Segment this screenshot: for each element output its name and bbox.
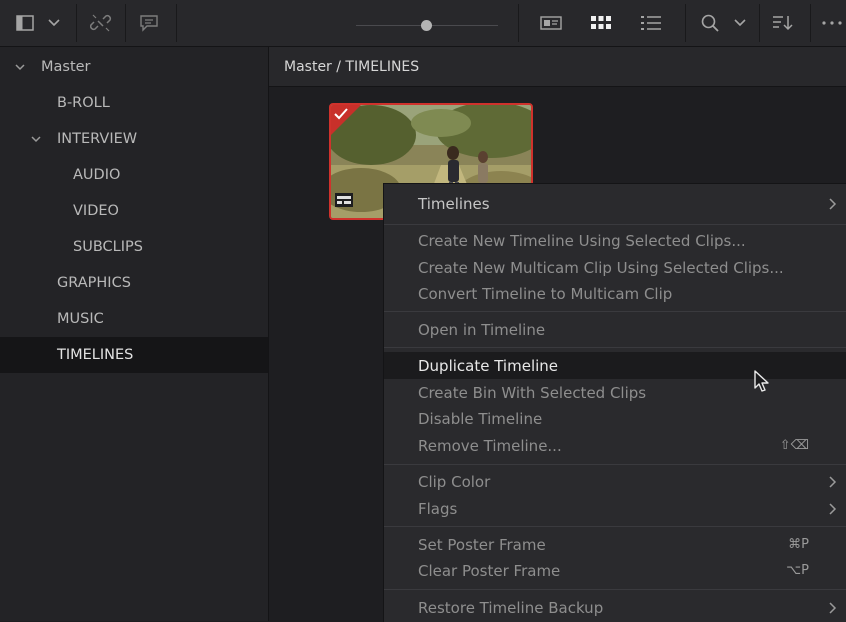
menu-divider	[384, 589, 846, 590]
menu-divider	[384, 347, 846, 348]
toolbar-divider	[518, 4, 519, 42]
chevron-down-icon[interactable]	[30, 133, 42, 145]
bin-label: Master	[41, 59, 91, 75]
menu-item-label: Create New Multicam Clip Using Selected …	[418, 258, 784, 277]
menu-item-label: Create Bin With Selected Clips	[418, 383, 647, 402]
bin-label: VIDEO	[73, 203, 119, 219]
unlink-icon[interactable]	[86, 0, 116, 46]
mouse-cursor-icon	[754, 370, 769, 392]
list-view-icon[interactable]	[636, 0, 666, 46]
menu-item-restore-timeline-backup[interactable]: Restore Timeline Backup	[384, 594, 846, 621]
menu-item-clip-color[interactable]: Clip Color	[384, 468, 846, 495]
bin-label: TIMELINES	[57, 347, 134, 363]
menu-item-label: Disable Timeline	[418, 409, 543, 428]
toolbar-divider	[176, 4, 177, 42]
menu-item-convert-to-multicam[interactable]: Convert Timeline to Multicam Clip	[384, 280, 846, 307]
bin-graphics[interactable]: GRAPHICS	[0, 265, 268, 301]
menu-item-flags[interactable]: Flags	[384, 495, 846, 522]
bin-label: B-ROLL	[57, 95, 110, 111]
bin-label: AUDIO	[73, 167, 121, 183]
more-options-icon[interactable]	[818, 0, 846, 46]
menu-item-create-bin[interactable]: Create Bin With Selected Clips	[384, 379, 846, 406]
menu-item-timelines[interactable]: Timelines	[384, 190, 846, 217]
breadcrumb-text: Master / TIMELINES	[284, 58, 420, 75]
thumbnail-zoom-handle[interactable]	[421, 20, 432, 31]
menu-item-disable-timeline[interactable]: Disable Timeline	[384, 405, 846, 432]
menu-item-label: Create New Timeline Using Selected Clips…	[418, 231, 746, 250]
menu-item-duplicate-timeline[interactable]: Duplicate Timeline	[384, 352, 846, 379]
menu-item-label: Open in Timeline	[418, 320, 546, 339]
bin-interview[interactable]: INTERVIEW	[0, 121, 268, 157]
menu-divider	[384, 224, 846, 225]
menu-item-create-multicam-clip[interactable]: Create New Multicam Clip Using Selected …	[384, 254, 846, 281]
menu-item-shortcut: ⇧⌫	[779, 438, 809, 453]
bin-label: SUBCLIPS	[73, 239, 143, 255]
bin-label: MUSIC	[57, 311, 104, 327]
menu-item-label: Remove Timeline...	[418, 436, 562, 455]
bin-video[interactable]: VIDEO	[0, 193, 268, 229]
menu-item-label: Clip Color	[418, 472, 491, 491]
menu-item-label: Convert Timeline to Multicam Clip	[418, 284, 673, 303]
menu-item-shortcut: ⌥P	[786, 563, 809, 578]
chevron-right-icon	[829, 601, 837, 614]
breadcrumb: Master / TIMELINES	[269, 47, 846, 87]
menu-divider	[384, 526, 846, 527]
bin-label: INTERVIEW	[57, 131, 138, 147]
context-menu: Timelines Create New Timeline Using Sele…	[383, 183, 846, 622]
chevron-down-icon[interactable]	[14, 61, 26, 73]
bin-subclips[interactable]: SUBCLIPS	[0, 229, 268, 265]
toolbar	[0, 0, 846, 47]
toolbar-divider	[685, 4, 686, 42]
menu-item-label: Clear Poster Frame	[418, 561, 561, 580]
bin-b-roll[interactable]: B-ROLL	[0, 85, 268, 121]
chevron-right-icon	[829, 197, 837, 210]
search-icon[interactable]	[696, 0, 724, 46]
menu-item-label: Duplicate Timeline	[418, 356, 559, 375]
menu-item-create-new-timeline[interactable]: Create New Timeline Using Selected Clips…	[384, 227, 846, 254]
chevron-down-icon[interactable]	[730, 0, 750, 46]
metadata-view-icon[interactable]	[536, 0, 566, 46]
metadata-icon[interactable]	[134, 0, 164, 46]
bin-master[interactable]: Master	[0, 49, 268, 85]
menu-item-set-poster-frame[interactable]: Set Poster Frame ⌘P	[384, 531, 846, 558]
sidebar-toggle-icon[interactable]	[10, 0, 40, 46]
toolbar-divider	[810, 4, 811, 42]
menu-item-clear-poster-frame[interactable]: Clear Poster Frame ⌥P	[384, 557, 846, 584]
bin-list-sidebar: Master B-ROLL INTERVIEW AUDIO VIDEO SUBC…	[0, 47, 269, 621]
menu-divider	[384, 311, 846, 312]
toolbar-divider	[76, 4, 77, 42]
sort-icon[interactable]	[768, 0, 798, 46]
chevron-right-icon	[829, 475, 837, 488]
bin-label: GRAPHICS	[57, 275, 131, 291]
menu-divider	[384, 464, 846, 465]
menu-item-label: Timelines	[418, 194, 490, 213]
menu-item-open-in-timeline[interactable]: Open in Timeline	[384, 316, 846, 343]
bin-timelines[interactable]: TIMELINES	[0, 337, 268, 373]
checkmark-icon	[334, 108, 348, 120]
bin-audio[interactable]: AUDIO	[0, 157, 268, 193]
chevron-down-icon[interactable]	[44, 0, 64, 46]
timeline-badge-icon	[335, 193, 353, 207]
chevron-right-icon	[829, 502, 837, 515]
menu-item-label: Flags	[418, 499, 458, 518]
toolbar-divider	[125, 4, 126, 42]
toolbar-divider	[759, 4, 760, 42]
bin-music[interactable]: MUSIC	[0, 301, 268, 337]
menu-item-label: Restore Timeline Backup	[418, 598, 604, 617]
thumbnail-view-icon[interactable]	[586, 0, 616, 46]
menu-item-remove-timeline[interactable]: Remove Timeline... ⇧⌫	[384, 432, 846, 459]
menu-item-shortcut: ⌘P	[788, 537, 809, 552]
menu-item-label: Set Poster Frame	[418, 535, 546, 554]
